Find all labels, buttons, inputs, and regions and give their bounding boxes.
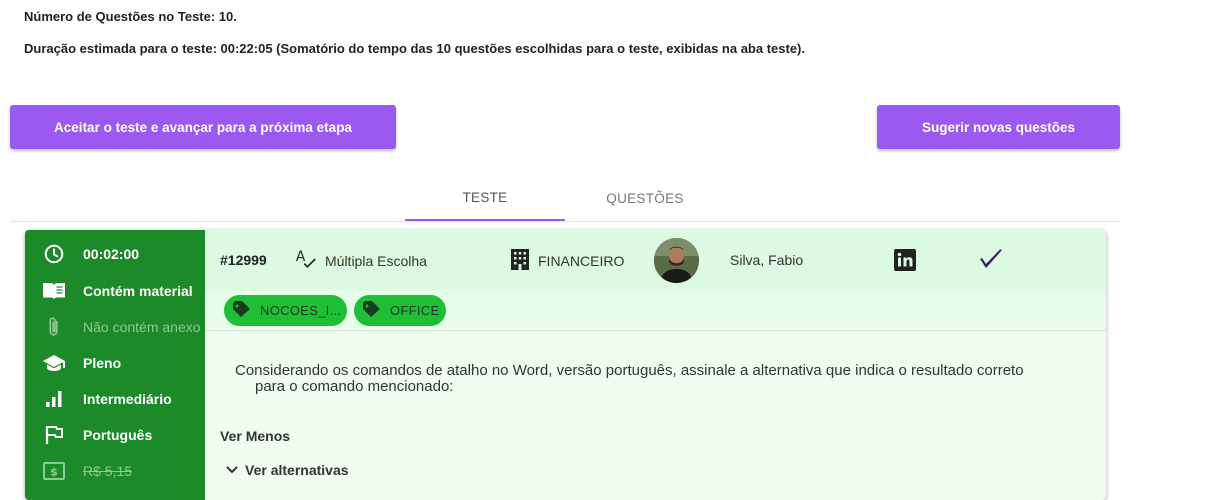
chevron-down-icon: [225, 462, 239, 478]
question-id: #12999: [220, 252, 267, 268]
question-text-line: Considerando os comandos de atalho no Wo…: [235, 362, 1024, 379]
question-type: A Múltipla Escolha: [295, 248, 427, 273]
flag-icon: [25, 425, 83, 445]
linkedin-icon[interactable]: [894, 249, 916, 276]
duration-text: Duração estimada para o teste: 00:22:05 …: [24, 41, 805, 56]
sidebar-item-label: Português: [83, 427, 153, 443]
num-questions-text: Número de Questões no Teste: 10.: [24, 9, 237, 24]
graduation-cap-icon: [25, 353, 83, 373]
author-name: Silva, Fabio: [730, 252, 804, 268]
question-text: Considerando os comandos de atalho no Wo…: [235, 363, 1095, 395]
tab-questoes[interactable]: QUESTÕES: [565, 176, 725, 221]
sidebar-item-duration: 00:02:00: [25, 236, 205, 272]
question-type-label: Múltipla Escolha: [325, 252, 427, 269]
svg-text:$: $: [50, 466, 58, 479]
clock-icon: [25, 243, 83, 265]
sidebar-item-label: R$ 5,15: [83, 463, 133, 479]
question-area: FINANCEIRO: [510, 248, 624, 273]
question-header: #12999 A Múltipla Escolha FINANCEIRO Sil…: [205, 230, 1106, 291]
sidebar-item-attachment: Não contém anexo: [25, 309, 205, 345]
svg-text:A: A: [296, 249, 306, 265]
question-text-line: para o comando mencionado:: [255, 378, 454, 395]
tag-chip[interactable]: OFFICE: [354, 295, 446, 326]
sidebar-item-language: Português: [25, 417, 205, 453]
tag-chip[interactable]: NOCOES_I...: [224, 295, 347, 326]
spellcheck-icon: A: [295, 248, 317, 273]
tag-list: NOCOES_I... OFFICE: [205, 291, 1106, 331]
tab-bar: TESTE QUESTÕES: [10, 176, 1120, 222]
sidebar-item-material: Contém material: [25, 273, 205, 309]
sidebar-item-label: Intermediário: [83, 391, 172, 407]
tag-label: OFFICE: [390, 303, 440, 318]
building-icon: [510, 248, 530, 273]
avatar: [654, 238, 699, 283]
check-icon[interactable]: [978, 247, 1004, 276]
question-card: 00:02:00 Contém material Não contém anex…: [25, 230, 1106, 500]
tag-icon: [232, 301, 252, 320]
question-area-label: FINANCEIRO: [538, 252, 625, 269]
sidebar-item-price: $ R$ 5,15: [25, 453, 205, 489]
suggest-questions-button[interactable]: Sugerir novas questões: [877, 105, 1120, 149]
tab-teste[interactable]: TESTE: [405, 176, 565, 221]
sidebar-item-difficulty: Intermediário: [25, 381, 205, 417]
ver-alternativas-label: Ver alternativas: [245, 462, 349, 478]
ver-menos-link[interactable]: Ver Menos: [220, 428, 290, 444]
sidebar-item-label: Não contém anexo: [83, 319, 201, 335]
tag-label: NOCOES_I...: [260, 303, 342, 318]
tag-icon: [362, 301, 382, 320]
question-sidebar: 00:02:00 Contém material Não contém anex…: [25, 230, 205, 500]
sidebar-item-label: Contém material: [83, 283, 193, 299]
ver-alternativas-toggle[interactable]: Ver alternativas: [225, 462, 349, 478]
paperclip-icon: [25, 316, 83, 338]
sidebar-item-label: Pleno: [83, 355, 122, 371]
book-open-icon: [25, 281, 83, 301]
bar-chart-icon: [25, 390, 83, 408]
money-icon: $: [25, 462, 83, 480]
sidebar-item-level: Pleno: [25, 345, 205, 381]
sidebar-item-label: 00:02:00: [83, 246, 140, 262]
accept-test-button[interactable]: Aceitar o teste e avançar para a próxima…: [10, 105, 396, 149]
